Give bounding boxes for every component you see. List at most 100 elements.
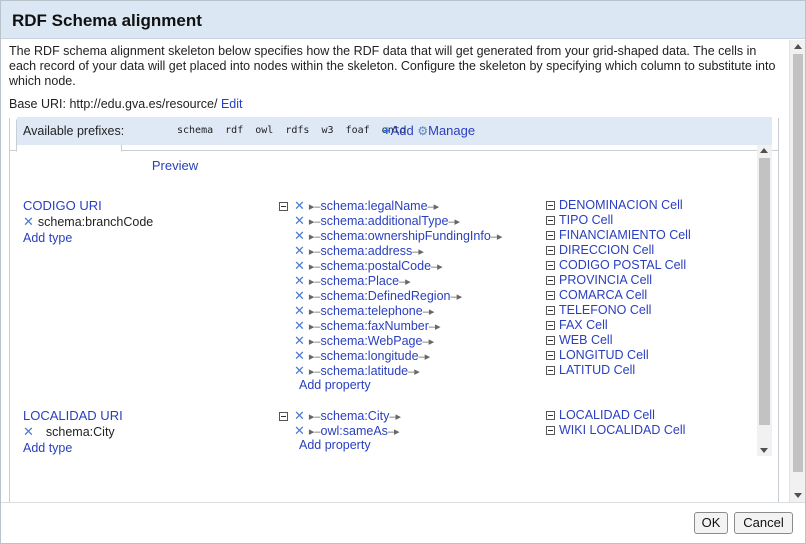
property-link[interactable]: schema:Place <box>321 274 400 288</box>
property-link[interactable]: schema:ownershipFundingInfo <box>321 229 491 243</box>
cell-node-link[interactable]: LATITUD Cell <box>559 363 635 377</box>
property-row: ✕ ▸–schema:WebPage–▸ <box>294 333 435 348</box>
cell-node-link[interactable]: DENOMINACION Cell <box>559 198 683 212</box>
plus-icon: + <box>383 123 391 138</box>
property-link[interactable]: schema:DefinedRegion <box>321 289 451 303</box>
close-icon[interactable]: ✕ <box>294 213 305 228</box>
property-link[interactable]: owl:sameAs <box>321 424 388 438</box>
scroll-down-arrow-icon[interactable] <box>794 493 802 498</box>
collapse-icon[interactable] <box>546 411 555 421</box>
property-link[interactable]: schema:postalCode <box>321 259 431 273</box>
cell-node-row: CODIGO POSTAL Cell <box>546 258 691 273</box>
collapse-icon[interactable] <box>546 426 555 436</box>
close-icon[interactable]: ✕ <box>294 333 305 348</box>
collapse-icon[interactable] <box>279 412 288 422</box>
cell-node-link[interactable]: FINANCIAMIENTO Cell <box>559 228 691 242</box>
add-property-link[interactable]: Add property <box>279 438 401 453</box>
collapse-icon[interactable] <box>546 246 555 256</box>
close-icon[interactable]: ✕ <box>294 198 305 213</box>
close-icon[interactable]: ✕ <box>294 318 305 333</box>
cell-node-link[interactable]: CODIGO POSTAL Cell <box>559 258 686 272</box>
property-row: ✕ ▸–schema:postalCode–▸ <box>294 258 443 273</box>
property-row: ✕ ▸–schema:Place–▸ <box>294 273 411 288</box>
cell-node-row: LOCALIDAD Cell <box>546 408 685 423</box>
close-icon[interactable]: ✕ <box>294 228 305 243</box>
collapse-icon[interactable] <box>546 276 555 286</box>
manage-prefixes-label: Manage <box>428 123 476 138</box>
close-icon[interactable]: ✕ <box>294 288 305 303</box>
property-link[interactable]: schema:WebPage <box>321 334 423 348</box>
collapse-icon[interactable] <box>546 216 555 226</box>
subject-name-link[interactable]: LOCALIDAD URI <box>23 408 123 423</box>
close-icon[interactable]: ✕ <box>23 214 34 229</box>
property-link[interactable]: schema:longitude <box>321 349 419 363</box>
cell-node-link[interactable]: TELEFONO Cell <box>559 303 651 317</box>
close-icon[interactable]: ✕ <box>294 273 305 288</box>
cell-node-link[interactable]: FAX Cell <box>559 318 608 332</box>
collapse-icon[interactable] <box>546 366 555 376</box>
close-icon[interactable]: ✕ <box>294 423 305 438</box>
close-icon[interactable]: ✕ <box>23 424 34 439</box>
property-link[interactable]: schema:legalName <box>321 199 428 213</box>
cell-node-row: WIKI LOCALIDAD Cell <box>546 423 685 438</box>
cell-list-localidad: LOCALIDAD Cell WIKI LOCALIDAD Cell <box>546 408 685 438</box>
collapse-icon[interactable] <box>546 306 555 316</box>
collapse-icon[interactable] <box>546 291 555 301</box>
cell-node-link[interactable]: PROVINCIA Cell <box>559 273 652 287</box>
add-type-link[interactable]: Add type <box>23 441 123 455</box>
base-uri-label: Base URI: <box>9 97 66 111</box>
close-icon[interactable]: ✕ <box>294 408 305 423</box>
add-type-link[interactable]: Add type <box>23 231 153 245</box>
collapse-icon[interactable] <box>546 261 555 271</box>
close-icon[interactable]: ✕ <box>294 348 305 363</box>
property-link[interactable]: schema:additionalType <box>321 214 449 228</box>
base-uri-value: http://edu.gva.es/resource/ <box>69 97 218 111</box>
property-link[interactable]: schema:faxNumber <box>321 319 429 333</box>
collapse-icon[interactable] <box>546 336 555 346</box>
property-row: ✕ ▸–schema:DefinedRegion–▸ <box>294 288 463 303</box>
collapse-icon[interactable] <box>546 321 555 331</box>
cell-node-link[interactable]: LONGITUD Cell <box>559 348 649 362</box>
add-prefix-link[interactable]: +Add <box>383 123 414 138</box>
subject-type-label: schema:City <box>45 425 115 439</box>
property-link[interactable]: schema:address <box>321 244 413 258</box>
close-icon[interactable]: ✕ <box>294 258 305 273</box>
cell-node-link[interactable]: DIRECCION Cell <box>559 243 654 257</box>
skeleton-scrollbar[interactable] <box>757 145 772 456</box>
scrollbar-thumb[interactable] <box>759 158 770 425</box>
cell-node-row: COMARCA Cell <box>546 288 691 303</box>
dialog-scrollbar[interactable] <box>789 40 805 502</box>
cell-node-link[interactable]: TIPO Cell <box>559 213 613 227</box>
cell-node-link[interactable]: LOCALIDAD Cell <box>559 408 655 422</box>
collapse-icon[interactable] <box>546 201 555 211</box>
cell-node-link[interactable]: WIKI LOCALIDAD Cell <box>559 423 685 437</box>
cell-node-link[interactable]: WEB Cell <box>559 333 612 347</box>
subject-type-row: ✕ schema:City <box>23 424 123 440</box>
subject-node-localidad: LOCALIDAD URI ✕ schema:City Add type <box>23 408 123 455</box>
scroll-up-arrow-icon[interactable] <box>760 148 768 153</box>
close-icon[interactable]: ✕ <box>294 363 305 378</box>
collapse-icon[interactable] <box>279 202 288 212</box>
cell-node-link[interactable]: COMARCA Cell <box>559 288 647 302</box>
cell-list-codigo: DENOMINACION Cell TIPO Cell FINANCIAMIEN… <box>546 198 691 378</box>
property-list-localidad: ✕ ▸–schema:City–▸ ✕ ▸–owl:sameAs–▸ Add pro… <box>279 408 401 453</box>
subject-name-link[interactable]: CODIGO URI <box>23 198 102 213</box>
manage-prefixes-link[interactable]: ⚙Manage <box>417 123 475 138</box>
rdf-schema-dialog: RDF Schema alignment The RDF schema alig… <box>0 0 806 544</box>
collapse-icon[interactable] <box>546 351 555 361</box>
add-property-link[interactable]: Add property <box>279 378 502 393</box>
cancel-button[interactable]: Cancel <box>734 512 793 534</box>
edit-base-uri-link[interactable]: Edit <box>221 97 243 111</box>
scroll-up-arrow-icon[interactable] <box>794 44 802 49</box>
close-icon[interactable]: ✕ <box>294 303 305 318</box>
scrollbar-thumb[interactable] <box>793 54 803 472</box>
close-icon[interactable]: ✕ <box>294 243 305 258</box>
ok-button[interactable]: OK <box>694 512 728 534</box>
cell-node-row: FINANCIAMIENTO Cell <box>546 228 691 243</box>
collapse-icon[interactable] <box>546 231 555 241</box>
cell-node-row: PROVINCIA Cell <box>546 273 691 288</box>
property-link[interactable]: schema:latitude <box>321 364 409 378</box>
property-link[interactable]: schema:telephone <box>321 304 423 318</box>
scroll-down-arrow-icon[interactable] <box>760 448 768 453</box>
property-link[interactable]: schema:City <box>321 409 390 423</box>
